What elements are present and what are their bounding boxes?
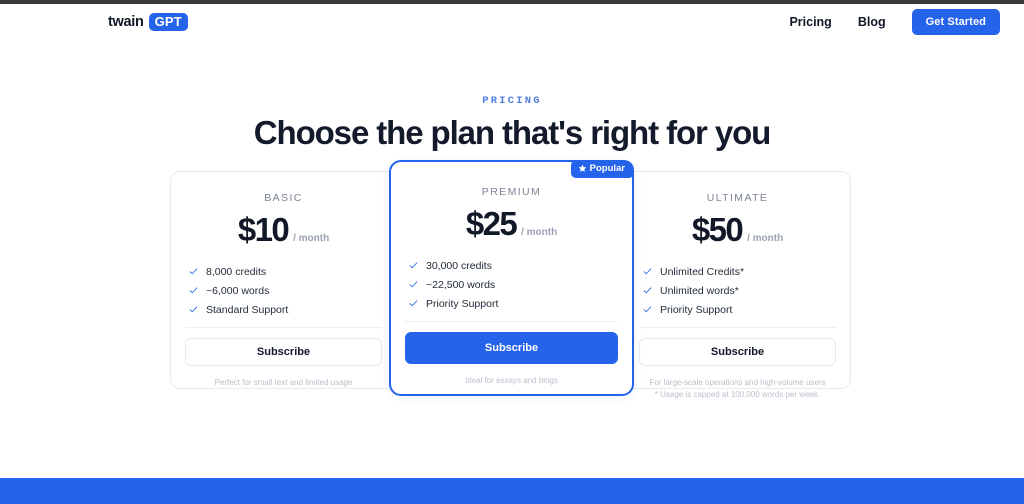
footer-band <box>0 478 1024 504</box>
plan-note-line: Perfect for small text and limited usage <box>214 378 353 387</box>
plan-note-ultimate: For large-scale operations and high-volu… <box>625 377 850 402</box>
check-icon <box>643 305 652 314</box>
check-icon <box>409 299 418 308</box>
subscribe-wrap: Subscribe <box>625 328 850 366</box>
feature-item: ~22,500 words <box>409 275 632 294</box>
check-icon <box>409 261 418 270</box>
nav-link-pricing[interactable]: Pricing <box>789 15 831 29</box>
feature-item: Unlimited words* <box>643 281 850 300</box>
pricing-card-basic[interactable]: BASIC $10 / month 8,000 credits ~6,000 w… <box>170 171 397 389</box>
pricing-card-ultimate[interactable]: ULTIMATE $50 / month Unlimited Credits* … <box>624 171 851 399</box>
feature-item: Unlimited Credits* <box>643 262 850 281</box>
subscribe-button-basic[interactable]: Subscribe <box>185 338 382 366</box>
check-icon <box>189 305 198 314</box>
subscribe-button-ultimate[interactable]: Subscribe <box>639 338 836 366</box>
plan-name-premium: PREMIUM <box>481 186 542 198</box>
nav-link-blog[interactable]: Blog <box>858 15 886 29</box>
site-header: twain GPT Pricing Blog Get Started <box>0 4 1024 40</box>
feature-label: Unlimited words* <box>660 284 739 297</box>
feature-list-premium: 30,000 credits ~22,500 words Priority Su… <box>391 256 632 313</box>
plan-period-ultimate: / month <box>747 233 784 244</box>
feature-item: 8,000 credits <box>189 262 396 281</box>
subscribe-wrap: Subscribe <box>391 322 632 364</box>
feature-item: Standard Support <box>189 300 396 319</box>
plan-note-line: For large-scale operations and high-volu… <box>649 378 826 387</box>
feature-item: 30,000 credits <box>409 256 632 275</box>
plan-note-premium: Ideal for essays and blogs <box>391 375 632 387</box>
plan-period-basic: / month <box>293 233 330 244</box>
check-icon <box>643 267 652 276</box>
pricing-page: twain GPT Pricing Blog Get Started PRICI… <box>0 4 1024 504</box>
plan-price-basic: $10 <box>237 211 290 248</box>
subscribe-button-premium[interactable]: Subscribe <box>405 332 618 364</box>
plan-price-ultimate: $50 <box>691 211 744 248</box>
logo-badge: GPT <box>148 13 188 31</box>
plan-note-line: * Usage is capped at 100,000 words per w… <box>654 390 821 400</box>
feature-item: Priority Support <box>643 300 850 319</box>
popular-badge-label: Popular <box>589 163 625 174</box>
main-navigation: Pricing Blog Get Started <box>789 9 1000 35</box>
price-row-premium: $25 / month <box>391 207 632 240</box>
popular-badge: Popular <box>570 160 634 178</box>
feature-label: ~22,500 words <box>426 278 496 291</box>
feature-item: ~6,000 words <box>189 281 396 300</box>
feature-item: Priority Support <box>409 294 632 313</box>
check-icon <box>643 286 652 295</box>
check-icon <box>189 267 198 276</box>
feature-label: Priority Support <box>660 303 733 316</box>
feature-label: Priority Support <box>426 297 499 310</box>
feature-label: Unlimited Credits* <box>660 265 745 278</box>
feature-label: Standard Support <box>206 303 289 316</box>
pricing-cards-row: BASIC $10 / month 8,000 credits ~6,000 w… <box>0 160 1024 405</box>
plan-name-ultimate: ULTIMATE <box>706 192 769 204</box>
price-row-ultimate: $50 / month <box>625 213 850 246</box>
plan-name-basic: BASIC <box>264 192 303 204</box>
feature-list-basic: 8,000 credits ~6,000 words Standard Supp… <box>171 262 396 319</box>
feature-label: 8,000 credits <box>206 265 267 278</box>
section-eyebrow: PRICING <box>482 95 542 107</box>
plan-note-basic: Perfect for small text and limited usage <box>171 377 396 389</box>
feature-label: ~6,000 words <box>206 284 270 297</box>
page-title: Choose the plan that's right for you <box>253 114 772 151</box>
feature-label: 30,000 credits <box>426 259 492 272</box>
plan-price-premium: $25 <box>465 205 518 242</box>
plan-note-line: Ideal for essays and blogs <box>465 376 558 385</box>
get-started-button[interactable]: Get Started <box>911 9 1000 35</box>
feature-list-ultimate: Unlimited Credits* Unlimited words* Prio… <box>625 262 850 319</box>
price-row-basic: $10 / month <box>171 213 396 246</box>
pricing-card-premium[interactable]: Popular PREMIUM $25 / month 30,000 credi… <box>389 160 634 396</box>
logo-wordmark: twain <box>108 14 144 30</box>
subscribe-wrap: Subscribe <box>171 328 396 366</box>
star-icon <box>578 164 587 173</box>
check-icon <box>409 280 418 289</box>
plan-period-premium: / month <box>521 227 558 238</box>
site-logo[interactable]: twain GPT <box>108 13 188 31</box>
check-icon <box>189 286 198 295</box>
